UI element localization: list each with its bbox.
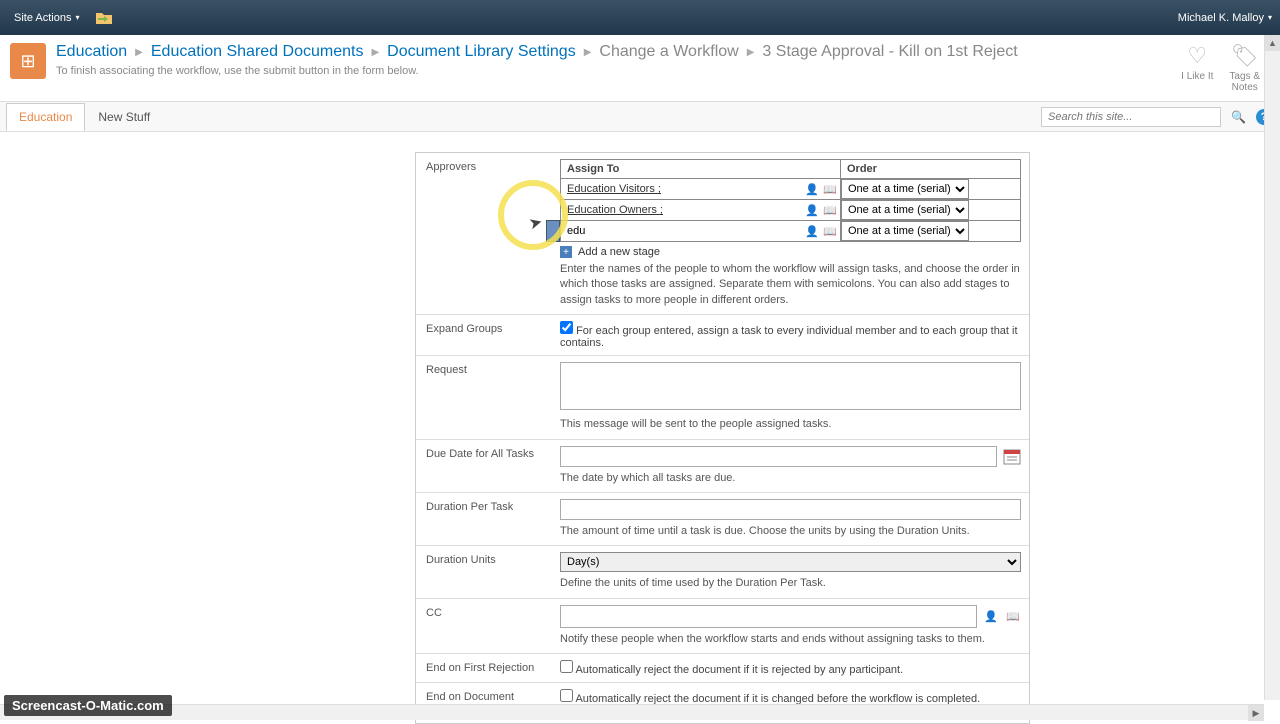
tag-icon: 🏷 (1229, 43, 1260, 69)
check-names-icon[interactable]: 👤 (804, 182, 820, 196)
top-ribbon: Site Actions Michael K. Malloy (0, 0, 1280, 35)
bc-education[interactable]: Education (56, 43, 127, 61)
cc-input[interactable] (560, 605, 977, 628)
approvers-table: Assign To Order 👤 📖 One at a time ( (560, 159, 1021, 242)
cc-label: CC (416, 599, 552, 653)
row-selector[interactable] (546, 220, 560, 242)
header-bar: ⊞ Education ▶ Education Shared Documents… (0, 35, 1280, 102)
search-icon[interactable]: 🔍 (1229, 108, 1248, 126)
assign-to-input-1[interactable] (561, 180, 802, 198)
approvers-label: Approvers (416, 153, 552, 314)
bc-docs[interactable]: Education Shared Documents (151, 43, 364, 61)
order-select-2[interactable]: One at a time (serial) (841, 200, 969, 220)
watermark: Screencast-O-Matic.com (4, 695, 172, 716)
check-names-icon[interactable]: 👤 (983, 609, 999, 623)
scroll-right-icon[interactable]: ▶ (1248, 705, 1264, 721)
calendar-icon[interactable] (1003, 447, 1021, 465)
search-input[interactable] (1041, 107, 1221, 127)
request-help: This message will be sent to the people … (560, 417, 1021, 432)
request-textarea[interactable] (560, 362, 1021, 410)
duration-units-select[interactable]: Day(s) (560, 552, 1021, 572)
page-subtitle: To finish associating the workflow, use … (56, 65, 1181, 77)
bc-settings[interactable]: Document Library Settings (387, 43, 576, 61)
nav-strip: Education New Stuff 🔍 ? (0, 102, 1280, 132)
duration-task-input[interactable] (560, 499, 1021, 520)
site-actions-menu[interactable]: Site Actions (8, 8, 86, 28)
cc-help: Notify these people when the workflow st… (560, 632, 1021, 647)
assign-to-header: Assign To (561, 160, 841, 179)
browse-icon[interactable]: 📖 (822, 203, 838, 217)
due-date-input[interactable] (560, 446, 997, 467)
bc-workflow-name: 3 Stage Approval - Kill on 1st Reject (762, 43, 1017, 61)
heart-icon: ♡ (1181, 43, 1213, 69)
chevron-icon: ▶ (743, 47, 759, 58)
add-stage-button[interactable]: + (560, 246, 572, 258)
assign-to-input-2[interactable] (561, 201, 802, 219)
duration-task-label: Duration Per Task (416, 493, 552, 545)
order-select-1[interactable]: One at a time (serial) (841, 179, 969, 199)
tags-notes-button[interactable]: 🏷 Tags & Notes (1229, 43, 1260, 93)
i-like-it-label: I Like It (1181, 71, 1213, 82)
chevron-icon: ▶ (580, 47, 596, 58)
horizontal-scrollbar[interactable]: ▶ (0, 704, 1264, 720)
end-reject-checkbox[interactable] (560, 660, 573, 673)
check-names-icon[interactable]: 👤 (804, 203, 820, 217)
order-header: Order (841, 160, 1021, 179)
chevron-icon: ▶ (367, 47, 383, 58)
expand-groups-text: For each group entered, assign a task to… (560, 325, 1018, 349)
duration-units-label: Duration Units (416, 546, 552, 597)
i-like-it-button[interactable]: ♡ I Like It (1181, 43, 1213, 93)
logo-icon: ⊞ (20, 51, 35, 72)
workflow-form: Approvers Assign To Order 👤 📖 (415, 152, 1030, 724)
tags-notes-label: Tags & Notes (1229, 71, 1260, 93)
duration-task-help: The amount of time until a task is due. … (560, 524, 1021, 539)
vertical-scrollbar[interactable]: ▲ (1264, 35, 1280, 700)
order-select-3[interactable]: One at a time (serial) (841, 221, 969, 241)
add-stage-label: Add a new stage (578, 246, 660, 258)
browse-icon[interactable]: 📖 (1005, 609, 1021, 623)
bc-change: Change a Workflow (599, 43, 738, 61)
assign-to-input-3[interactable] (561, 222, 802, 240)
expand-groups-checkbox[interactable] (560, 321, 573, 334)
request-label: Request (416, 356, 552, 438)
due-date-label: Due Date for All Tasks (416, 440, 552, 492)
tab-education[interactable]: Education (6, 103, 85, 131)
site-logo[interactable]: ⊞ (10, 43, 46, 79)
approvers-help: Enter the names of the people to whom th… (560, 262, 1021, 308)
browse-icon[interactable]: 📖 (822, 224, 838, 238)
check-names-icon[interactable]: 👤 (804, 224, 820, 238)
end-change-checkbox[interactable] (560, 689, 573, 702)
navigate-up-icon[interactable] (94, 8, 114, 28)
due-date-help: The date by which all tasks are due. (560, 471, 1021, 486)
breadcrumb: Education ▶ Education Shared Documents ▶… (56, 43, 1181, 61)
scroll-up-icon[interactable]: ▲ (1265, 35, 1280, 51)
expand-groups-label: Expand Groups (416, 315, 552, 355)
chevron-icon: ▶ (131, 47, 147, 58)
duration-units-help: Define the units of time used by the Dur… (560, 576, 1021, 591)
browse-icon[interactable]: 📖 (822, 182, 838, 196)
tab-new-stuff[interactable]: New Stuff (85, 103, 163, 131)
end-reject-label: End on First Rejection (416, 654, 552, 682)
end-reject-text: Automatically reject the document if it … (575, 664, 903, 676)
user-menu[interactable]: Michael K. Malloy (1178, 12, 1272, 24)
